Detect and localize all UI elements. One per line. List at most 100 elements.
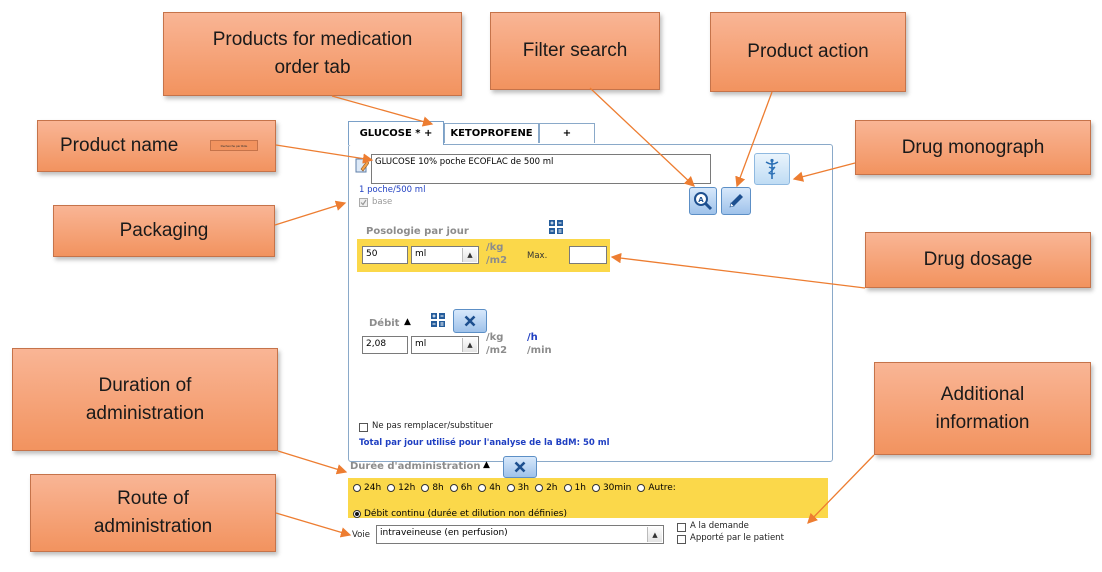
callout-product-action-text: Product action — [747, 41, 869, 63]
tab-ketoprofene-label: KETOPROFENE — [450, 128, 533, 139]
callout-duration-text: Duration of administration — [85, 374, 205, 424]
tab-ketoprofene[interactable]: KETOPROFENE — [444, 123, 539, 143]
product-name-field[interactable]: GLUCOSE 10% poche ECOFLAC de 500 ml — [371, 154, 711, 184]
callout-additional-info: Additional information — [874, 362, 1091, 455]
arrow-duration — [277, 450, 348, 475]
callout-filter-search: Filter search — [490, 12, 660, 90]
callout-product-action: Product action — [710, 12, 906, 92]
duree-option-2h[interactable]: 2h — [535, 483, 558, 493]
callout-additional-info-text: Additional information — [935, 383, 1030, 433]
tab-glucose-label: GLUCOSE * + — [359, 128, 433, 139]
svg-text:A: A — [698, 196, 704, 204]
callout-route: Route of administration — [30, 474, 276, 552]
ne-pas-remplacer-label: Ne pas remplacer/substituer — [372, 421, 493, 431]
apporte-patient-checkbox[interactable] — [677, 535, 686, 544]
product-panel: GLUCOSE 10% poche ECOFLAC de 500 ml A 1 … — [348, 144, 833, 462]
posologie-max-input[interactable] — [569, 246, 607, 264]
debit-unit-value: ml — [415, 339, 427, 349]
packaging-text: 1 poche/500 ml — [359, 185, 426, 195]
voie-label: Voie — [352, 530, 370, 540]
arrow-products-tab — [331, 95, 434, 127]
total-text: Total par jour utilisé pour l'analyse de… — [359, 438, 610, 448]
duree-continu-label: Débit continu (durée et dilution non déf… — [364, 509, 567, 519]
posologie-calculator-icon[interactable] — [549, 220, 563, 234]
tab-add[interactable]: + — [539, 123, 595, 143]
ne-pas-remplacer-checkbox[interactable] — [359, 423, 368, 432]
posologie-title: Posologie par jour — [366, 226, 469, 237]
debit-value: 2,08 — [366, 339, 387, 349]
close-icon — [464, 315, 476, 327]
product-name-mini-box: Recherche par Rôle — [210, 140, 258, 151]
callout-packaging: Packaging — [53, 205, 275, 257]
posologie-per-kg: /kg — [486, 242, 504, 253]
duree-option-30min[interactable]: 30min — [591, 483, 631, 493]
debit-title: Débit — [369, 318, 400, 329]
duree-options: 24h 12h 8h 6h 4h 3h 2h 1h 30min Autre: — [353, 483, 823, 493]
callout-filter-search-text: Filter search — [522, 40, 628, 62]
arrow-route — [275, 512, 352, 538]
product-name-mini-text: Recherche par Rôle — [220, 143, 248, 148]
duree-option-12h[interactable]: 12h — [387, 483, 415, 493]
duree-option-6h[interactable]: 6h — [449, 483, 472, 493]
drug-monograph-button[interactable] — [754, 153, 790, 185]
voie-dropdown-icon[interactable]: ▲ — [647, 527, 662, 542]
callout-drug-monograph-text: Drug monograph — [901, 136, 1045, 158]
a-la-demande-label: A la demande — [690, 521, 749, 531]
a-la-demande-checkbox[interactable] — [677, 523, 686, 532]
voie-value: intraveineuse (en perfusion) — [380, 528, 508, 538]
base-label: base — [372, 197, 393, 207]
posologie-unit-value: ml — [415, 249, 427, 259]
callout-drug-dosage-text: Drug dosage — [923, 249, 1033, 271]
callout-duration: Duration of administration — [12, 348, 278, 451]
arrow-packaging — [274, 200, 347, 226]
debit-calculator-icon[interactable] — [431, 313, 445, 327]
callout-packaging-text: Packaging — [119, 220, 209, 242]
tab-add-label: + — [562, 128, 572, 139]
debit-per-h: /h — [527, 332, 538, 343]
base-checkbox[interactable] — [359, 198, 368, 207]
posologie-unit-select[interactable]: ml ▲ — [411, 246, 479, 264]
tab-glucose[interactable]: GLUCOSE * + — [348, 121, 444, 145]
callout-drug-monograph: Drug monograph — [855, 120, 1091, 175]
duree-option-autre[interactable]: Autre: — [637, 483, 676, 493]
duree-option-4h[interactable]: 4h — [478, 483, 501, 493]
voie-select[interactable]: intraveineuse (en perfusion) ▲ — [376, 525, 664, 544]
posologie-per-m2: /m2 — [486, 255, 508, 266]
callout-drug-dosage: Drug dosage — [865, 232, 1091, 288]
duree-option-1h[interactable]: 1h — [563, 483, 586, 493]
debit-unit-select[interactable]: ml ▲ — [411, 336, 479, 354]
filter-search-button[interactable]: A — [689, 187, 717, 215]
product-edit-icon[interactable] — [355, 157, 369, 173]
debit-collapse-icon[interactable]: ▲ — [404, 317, 411, 327]
posologie-value: 50 — [366, 249, 378, 259]
duree-option-8h[interactable]: 8h — [421, 483, 444, 493]
callout-products-tab-text: Products for medication order tab — [212, 29, 413, 78]
product-name-value: GLUCOSE 10% poche ECOFLAC de 500 ml — [375, 157, 554, 167]
pencil-icon — [729, 194, 743, 208]
duree-option-continu[interactable]: Débit continu (durée et dilution non déf… — [353, 509, 567, 519]
medication-order-form: GLUCOSE * + KETOPROFENE + GLUCOSE 10% po… — [343, 121, 837, 551]
close-icon — [514, 461, 526, 473]
magnifier-filter-icon: A — [694, 192, 713, 211]
duree-clear-button[interactable] — [503, 456, 537, 478]
debit-per-kg: /kg — [486, 332, 504, 343]
debit-per-min: /min — [527, 345, 552, 356]
duree-option-24h[interactable]: 24h — [353, 483, 381, 493]
duree-continu: Débit continu (durée et dilution non déf… — [353, 501, 573, 520]
caduceus-icon — [765, 158, 779, 179]
callout-route-text: Route of administration — [93, 488, 213, 537]
posologie-value-input[interactable]: 50 — [362, 246, 408, 264]
debit-unit-dropdown-icon[interactable]: ▲ — [462, 338, 477, 352]
callout-product-name-text: Product name — [60, 135, 179, 157]
debit-clear-button[interactable] — [453, 309, 487, 333]
posologie-max-label: Max. — [527, 251, 548, 261]
posologie-unit-dropdown-icon[interactable]: ▲ — [462, 248, 477, 262]
debit-value-input[interactable]: 2,08 — [362, 336, 408, 354]
callout-products-tab: Products for medication order tab — [163, 12, 462, 96]
product-action-button[interactable] — [721, 187, 751, 215]
apporte-patient-label: Apporté par le patient — [690, 533, 784, 543]
debit-per-m2: /m2 — [486, 345, 508, 356]
duree-collapse-icon[interactable]: ▲ — [483, 460, 490, 470]
duree-option-3h[interactable]: 3h — [506, 483, 529, 493]
duree-title: Durée d'administration — [350, 461, 481, 472]
